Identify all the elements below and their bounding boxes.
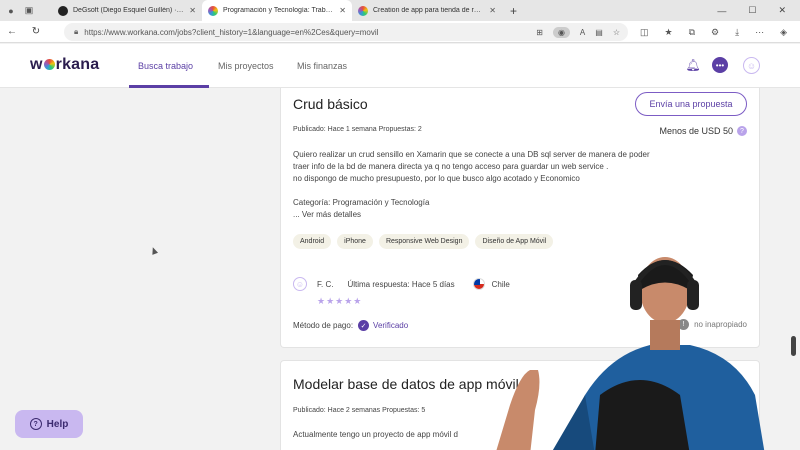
description-line: traer info de la bd de manera directa ya… bbox=[293, 162, 609, 171]
skill-tag[interactable]: iPhone bbox=[337, 234, 373, 249]
budget-text: Menos de USD 50 bbox=[659, 126, 733, 136]
last-response: Última respuesta: Hace 5 días bbox=[347, 279, 455, 289]
mouse-cursor bbox=[149, 246, 159, 255]
question-icon: ? bbox=[29, 418, 42, 430]
client-rating-stars: ★★★★★ bbox=[317, 296, 363, 306]
description-line: Quiero realizar un crud sensillo en Xama… bbox=[293, 150, 650, 159]
job-title[interactable]: Crud básico bbox=[293, 96, 368, 112]
category-label: Categoría: bbox=[293, 198, 331, 207]
user-avatar[interactable]: ☺ bbox=[743, 57, 760, 74]
logo-circle-icon bbox=[43, 59, 55, 70]
tab-workana-project[interactable]: Creation de app para tienda de ropa ✕ bbox=[352, 0, 502, 21]
tab-workana-jobs[interactable]: Programación y Tecnología: Trabajos ✕ bbox=[202, 0, 352, 21]
workana-icon bbox=[208, 5, 218, 16]
page-scrollbar[interactable] bbox=[790, 88, 798, 450]
workspaces-icon[interactable]: ▣ bbox=[24, 5, 34, 16]
maximize-icon[interactable]: ☐ bbox=[748, 5, 756, 16]
window-controls: — ☐ ✕ bbox=[717, 0, 800, 21]
split-screen-icon[interactable]: ◫ bbox=[640, 27, 649, 38]
help-label: Help bbox=[46, 418, 69, 430]
lock-icon[interactable]: 🔒︎ bbox=[74, 27, 78, 37]
client-avatar: ☺ bbox=[293, 277, 307, 291]
github-icon bbox=[58, 5, 68, 16]
url-actions: ⊞ ◉ A ▤ ☆ bbox=[536, 26, 620, 38]
tab-title: Creation de app para tienda de ropa bbox=[373, 7, 485, 14]
nav-busca-trabajo[interactable]: Busca trabajo bbox=[138, 61, 193, 71]
payment-method: Método de pago: ✓ Verificado bbox=[293, 320, 408, 331]
site-header: w rkana Busca trabajo Mis proyectos Mis f… bbox=[0, 44, 800, 88]
chat-icon[interactable]: ••• bbox=[712, 57, 728, 73]
payment-label: Método de pago: bbox=[293, 321, 354, 330]
immersive-reader-icon[interactable]: ▤ bbox=[595, 28, 603, 37]
url-field[interactable]: 🔒︎ https://www.workana.com/jobs?client_h… bbox=[64, 23, 628, 41]
send-proposal-button[interactable]: Envía una propuesta bbox=[635, 92, 747, 116]
question-icon[interactable]: ? bbox=[737, 126, 747, 136]
tab-title: Programación y Tecnología: Trabajos bbox=[223, 7, 335, 14]
logo-text-start: w bbox=[30, 56, 43, 73]
client-name: F. C. bbox=[317, 279, 334, 289]
skill-tag[interactable]: Android bbox=[293, 234, 332, 249]
client-info: ☺ F. C. Última respuesta: Hace 5 días Ch… bbox=[293, 277, 510, 291]
close-window-icon[interactable]: ✕ bbox=[778, 5, 786, 16]
browser-toolbar: ◫ ★ ⧉ ⚙ ⤓ ⋯ ◈ bbox=[640, 21, 787, 43]
active-nav-indicator bbox=[129, 85, 209, 88]
address-bar-row: ← ↻ 🔒︎ https://www.workana.com/jobs?clie… bbox=[0, 21, 800, 43]
favorite-star-icon[interactable]: ☆ bbox=[613, 28, 620, 37]
job-budget: Menos de USD 50 ? bbox=[659, 126, 747, 136]
copilot-icon[interactable]: ◈ bbox=[780, 27, 787, 38]
downloads-icon[interactable]: ⤓ bbox=[735, 27, 739, 38]
description-line: no dispongo de mucho presupuesto, por lo… bbox=[293, 174, 580, 183]
read-aloud-icon[interactable]: A bbox=[580, 28, 585, 37]
tab-title: DeGsoft (Diego Esquiel Guillén) · GitHub bbox=[73, 7, 184, 14]
job-meta: Publicado: Hace 2 semanas Propuestas: 5 bbox=[293, 407, 426, 414]
favorites-icon[interactable]: ★ bbox=[665, 27, 673, 38]
category-value[interactable]: Programación y Tecnología bbox=[333, 198, 430, 207]
workana-logo[interactable]: w rkana bbox=[30, 56, 99, 74]
back-arrow-icon[interactable]: ← bbox=[0, 26, 24, 37]
close-icon[interactable]: ✕ bbox=[489, 6, 496, 15]
close-icon[interactable]: ✕ bbox=[339, 6, 346, 15]
extensions-icon[interactable]: ⚙ bbox=[711, 27, 719, 38]
minimize-icon[interactable]: — bbox=[717, 6, 726, 16]
job-description: Quiero realizar un crud sensillo en Xama… bbox=[293, 149, 743, 185]
job-meta: Publicado: Hace 1 semana Propuestas: 2 bbox=[293, 126, 422, 133]
browser-tab-strip: ● ▣ DeGsoft (Diego Esquiel Guillén) · Gi… bbox=[0, 0, 800, 21]
more-details-link[interactable]: ... Ver más detalles bbox=[293, 210, 361, 219]
menu-dots-icon[interactable]: ⋯ bbox=[755, 27, 764, 38]
profile-icon[interactable]: ● bbox=[6, 6, 16, 16]
job-title[interactable]: Modelar base de datos de app móvil bbox=[293, 376, 519, 392]
payment-verified: ✓ Verificado bbox=[358, 320, 408, 331]
nav-mis-finanzas[interactable]: Mis finanzas bbox=[297, 61, 347, 71]
nav-mis-proyectos[interactable]: Mis proyectos bbox=[218, 61, 274, 71]
scroll-thumb[interactable] bbox=[791, 336, 796, 356]
new-tab-button[interactable]: + bbox=[502, 4, 517, 18]
help-button[interactable]: ? Help bbox=[15, 410, 83, 438]
apps-icon[interactable]: ⊞ bbox=[536, 28, 543, 37]
logo-text-end: rkana bbox=[55, 56, 100, 73]
tab-github[interactable]: DeGsoft (Diego Esquiel Guillén) · GitHub… bbox=[52, 0, 202, 21]
tab-strip-controls: ● ▣ bbox=[0, 5, 52, 16]
check-icon: ✓ bbox=[358, 320, 370, 331]
url-text: https://www.workana.com/jobs?client_hist… bbox=[84, 27, 379, 37]
tracking-prevention-icon[interactable]: ◉ bbox=[552, 26, 570, 38]
collections-icon[interactable]: ⧉ bbox=[689, 27, 695, 38]
chile-flag-icon bbox=[472, 278, 485, 290]
bell-icon[interactable]: 🔔︎ bbox=[685, 57, 701, 73]
webcam-person-overlay bbox=[496, 257, 765, 450]
workana-icon bbox=[358, 5, 368, 16]
close-icon[interactable]: ✕ bbox=[189, 6, 196, 15]
refresh-icon[interactable]: ↻ bbox=[24, 26, 48, 37]
verified-text: Verificado bbox=[373, 321, 409, 330]
job-category: Categoría: Programación y Tecnología bbox=[293, 198, 429, 207]
skill-tag[interactable]: Responsive Web Design bbox=[378, 234, 470, 249]
